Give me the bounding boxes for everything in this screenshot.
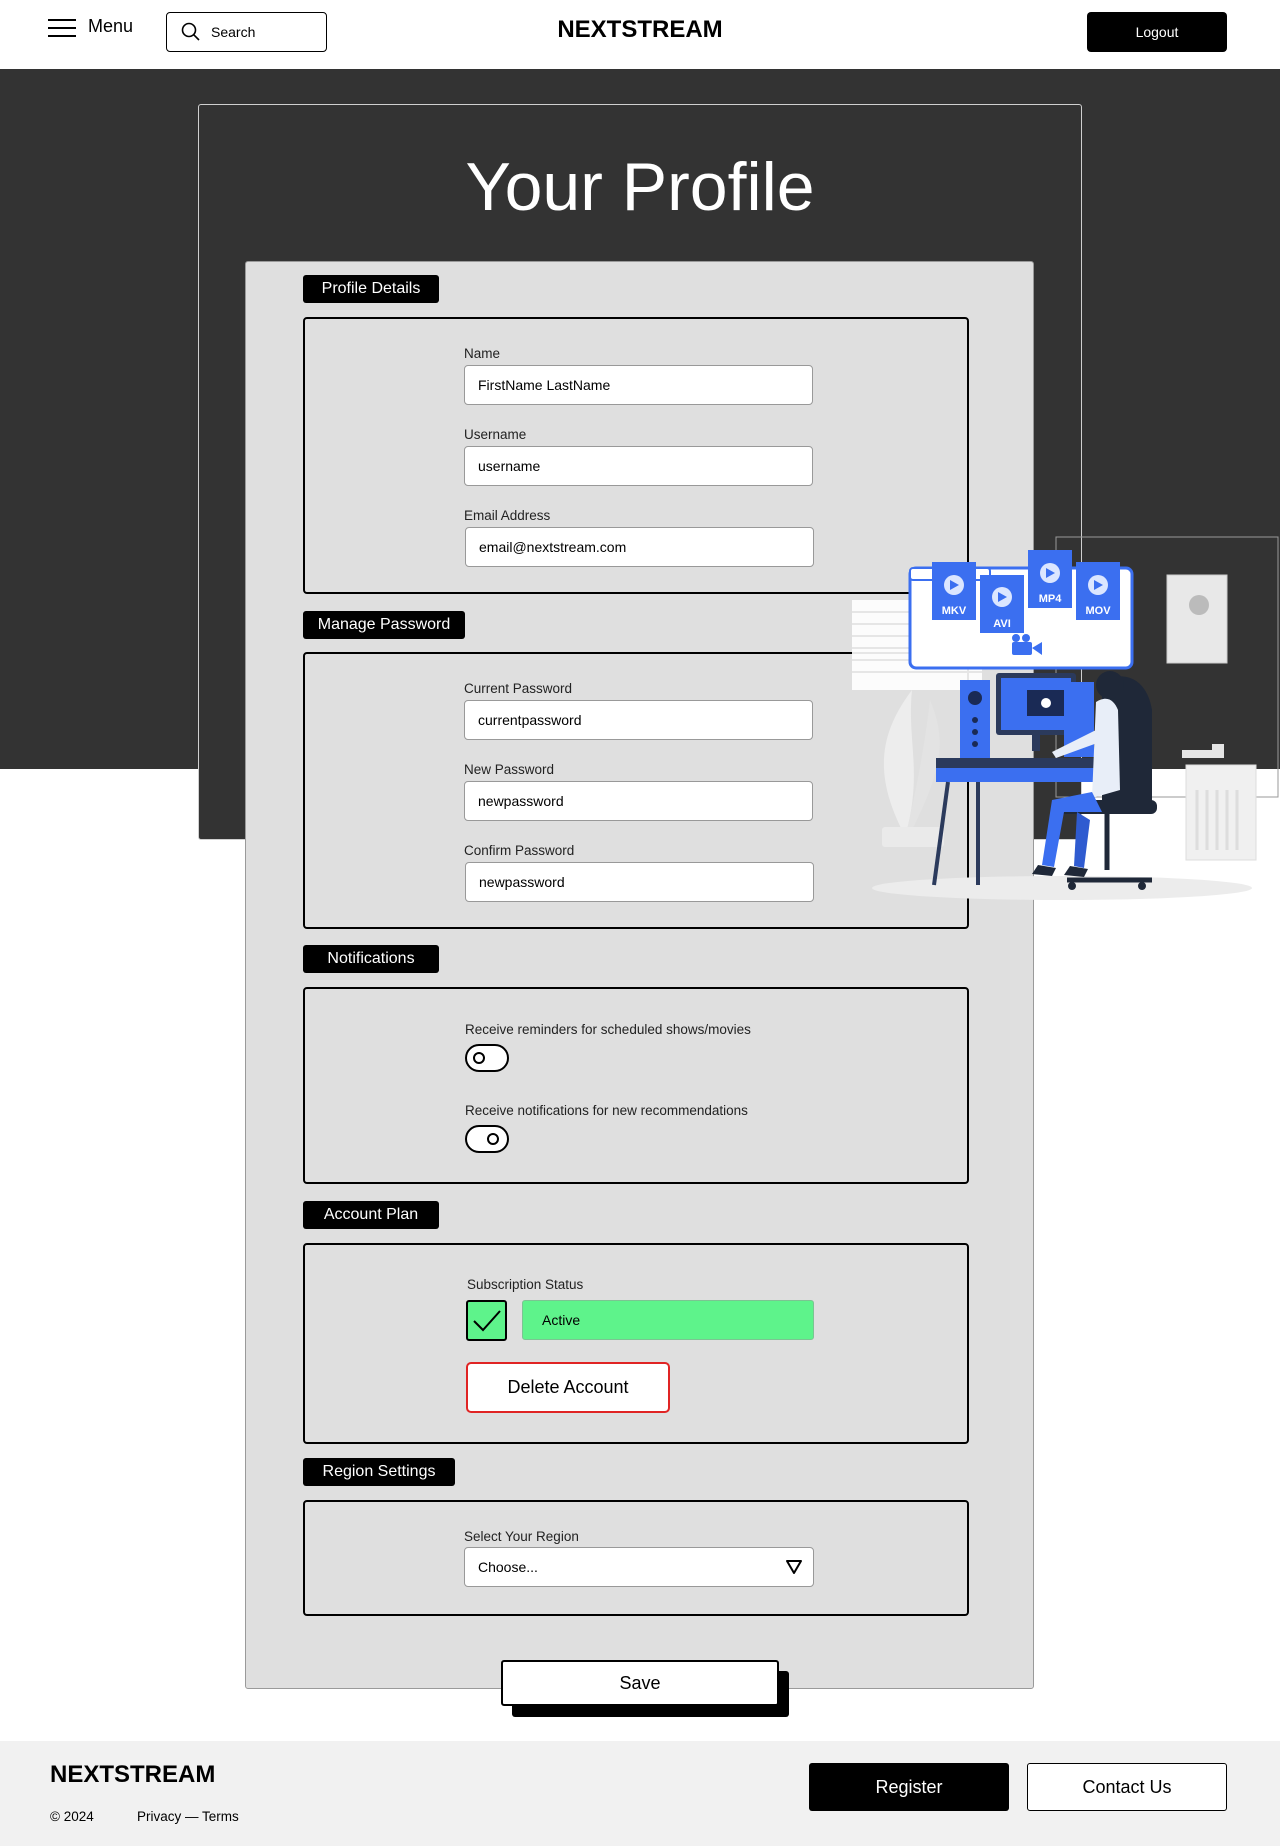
illus-plant-pot xyxy=(882,827,944,847)
delete-account-button[interactable]: Delete Account xyxy=(466,1362,670,1413)
play-icon xyxy=(1041,698,1051,708)
illus-frame-circle xyxy=(1189,595,1209,615)
current-password-field[interactable]: currentpassword xyxy=(464,700,813,740)
reminders-toggle[interactable] xyxy=(465,1044,509,1072)
illus-desk-front xyxy=(936,768,1096,782)
illus-person-legs xyxy=(1042,792,1102,867)
section-tag-account-plan: Account Plan xyxy=(303,1201,439,1229)
footer-links[interactable]: Privacy — Terms xyxy=(137,1809,239,1824)
recommendations-toggle[interactable] xyxy=(465,1125,509,1153)
current-password-label: Current Password xyxy=(464,681,573,696)
save-button[interactable]: Save xyxy=(501,1660,779,1706)
illus-floor-shadow xyxy=(872,876,1252,900)
section-tag-region-settings: Region Settings xyxy=(303,1458,455,1486)
illus-person-shirt xyxy=(1092,698,1120,798)
illus-desk-top xyxy=(936,758,1096,768)
subscription-status-label: Subscription Status xyxy=(467,1277,584,1292)
page-title: Your Profile xyxy=(465,149,815,225)
illus-badge-mkv: MKV xyxy=(942,605,967,617)
contact-us-button[interactable]: Contact Us xyxy=(1027,1763,1227,1811)
toggle-knob xyxy=(473,1052,485,1064)
section-tag-manage-password: Manage Password xyxy=(303,611,465,639)
new-password-label: New Password xyxy=(464,762,555,777)
name-label: Name xyxy=(464,346,501,361)
illus-speaker-dot xyxy=(972,741,978,747)
streaming-illustration: MKV AVI MP4 MOV xyxy=(852,536,1279,900)
confirm-password-field[interactable]: newpassword xyxy=(465,862,814,902)
footer-copyright: © 2024 xyxy=(50,1809,94,1824)
toggle-knob xyxy=(487,1133,499,1145)
recommendations-label: Receive notifications for new recommenda… xyxy=(465,1103,748,1118)
email-label: Email Address xyxy=(464,508,551,523)
illus-person-shoe xyxy=(1064,866,1088,877)
triangle-down-icon xyxy=(786,1560,802,1574)
illus-wall-frame xyxy=(1166,574,1228,664)
illus-badge-mov: MOV xyxy=(1085,605,1111,617)
email-field[interactable]: email@nextstream.com xyxy=(465,527,814,567)
section-tag-profile-details: Profile Details xyxy=(303,275,439,303)
reminders-label: Receive reminders for scheduled shows/mo… xyxy=(465,1022,751,1037)
new-password-field[interactable]: newpassword xyxy=(464,781,813,821)
top-header: Menu Search NEXTSTREAM Logout xyxy=(0,0,1280,69)
footer-brand[interactable]: NEXTSTREAM xyxy=(50,1761,215,1789)
notifications-box xyxy=(303,987,969,1184)
region-select[interactable]: Choose... xyxy=(464,1547,814,1587)
username-field[interactable]: username xyxy=(464,446,813,486)
illus-speaker-cone xyxy=(968,691,982,705)
page-footer: NEXTSTREAM © 2024 Privacy — Terms Regist… xyxy=(0,1741,1280,1846)
illus-badge-avi: AVI xyxy=(993,618,1011,630)
region-select-value: Choose... xyxy=(478,1559,538,1575)
illus-speaker-dot xyxy=(972,717,978,723)
username-label: Username xyxy=(464,427,527,442)
illus-badge-mp4: MP4 xyxy=(1039,593,1063,605)
logout-button[interactable]: Logout xyxy=(1087,12,1227,52)
illus-person-head xyxy=(1096,671,1124,699)
illus-chair-wheel xyxy=(1068,882,1076,890)
register-button[interactable]: Register xyxy=(809,1763,1009,1811)
section-tag-notifications: Notifications xyxy=(303,945,439,973)
confirm-password-label: Confirm Password xyxy=(464,843,575,858)
status-badge: Active xyxy=(522,1300,814,1340)
checkmark-icon xyxy=(473,1310,501,1332)
name-field[interactable]: FirstName LastName xyxy=(464,365,813,405)
region-label: Select Your Region xyxy=(464,1529,579,1544)
illus-person-leg xyxy=(1074,812,1090,868)
illus-monitor-stand xyxy=(1032,735,1040,751)
illus-camera xyxy=(1182,744,1224,758)
illus-speaker-dot xyxy=(972,729,978,735)
account-plan-box xyxy=(303,1243,969,1444)
subscription-checkbox[interactable] xyxy=(466,1300,507,1341)
illus-chair-wheel xyxy=(1138,882,1146,890)
illus-plant-leaf xyxy=(883,690,914,830)
